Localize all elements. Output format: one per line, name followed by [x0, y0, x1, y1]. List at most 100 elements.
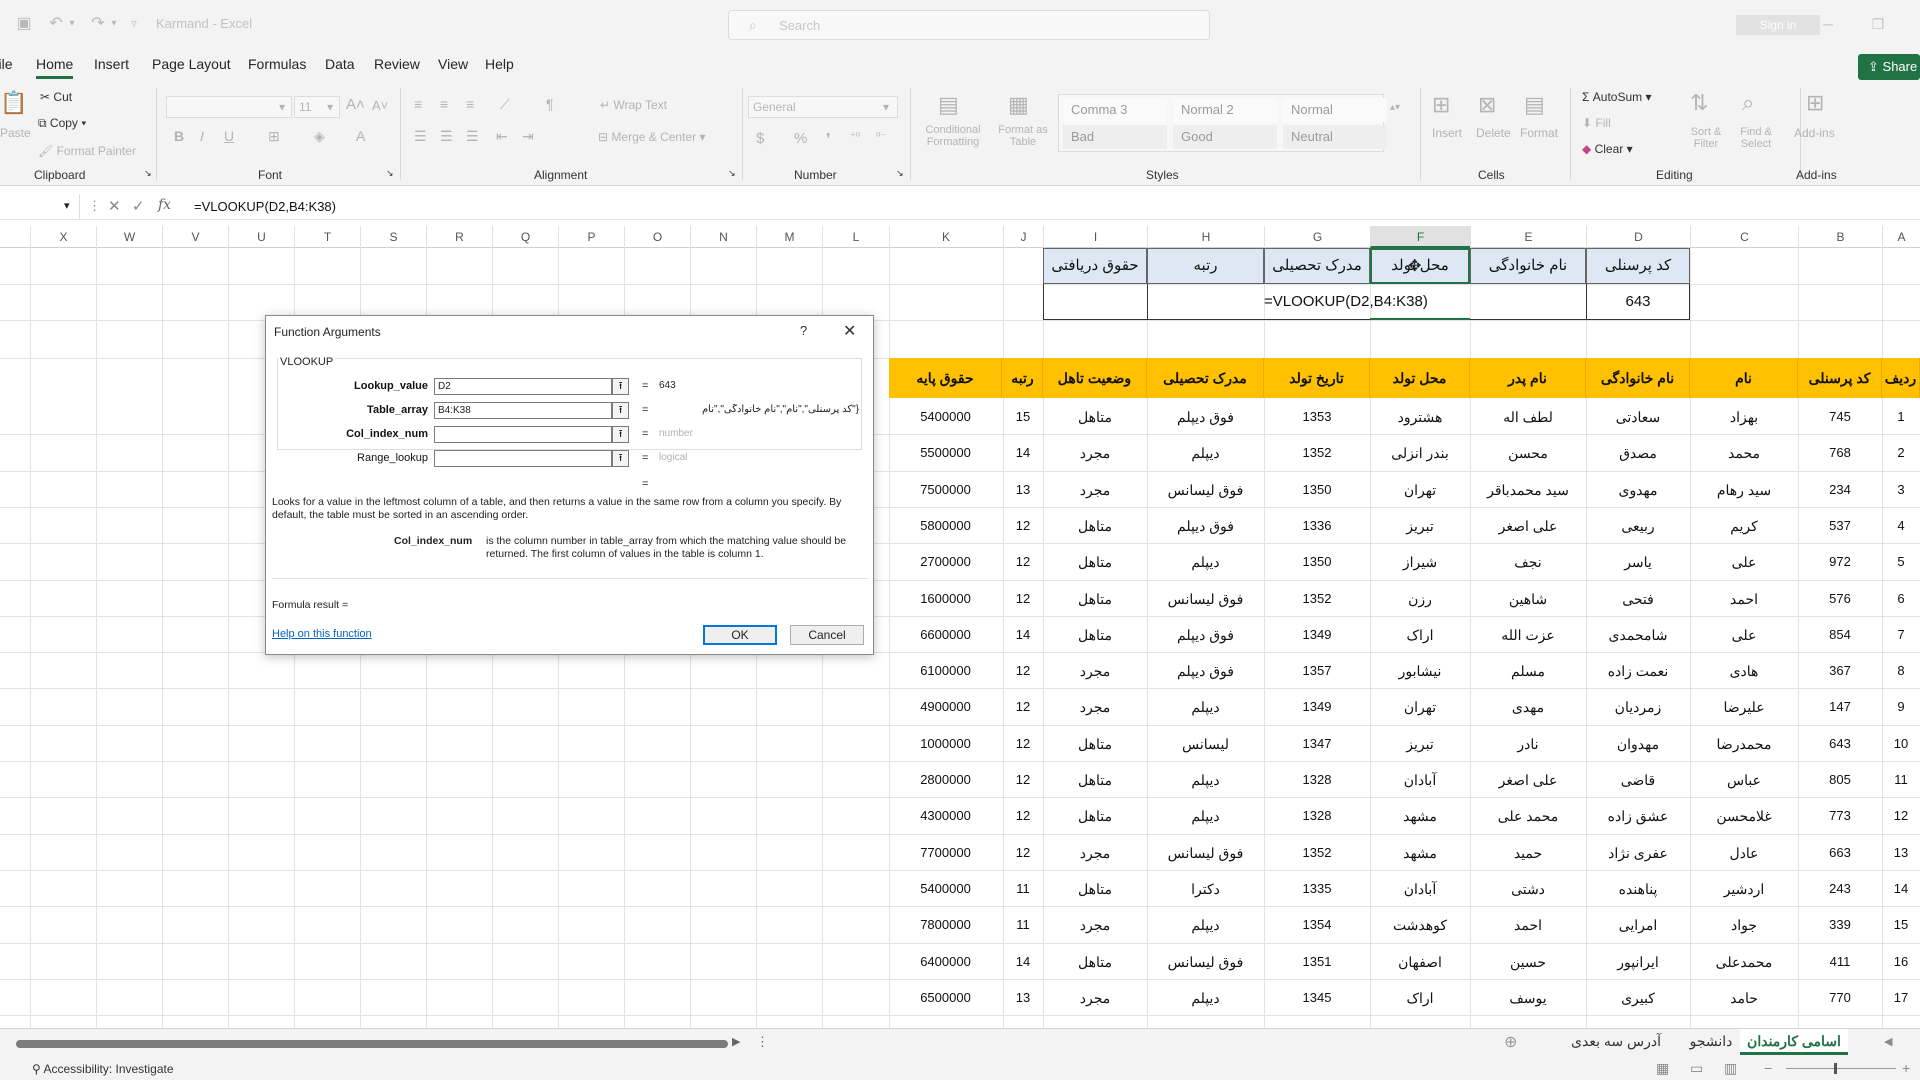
font-name-box[interactable]: ▾ — [166, 96, 292, 118]
table-cell[interactable]: مجرد — [1043, 699, 1147, 716]
align-top-icon[interactable]: ≡ — [414, 96, 422, 112]
column-header-s[interactable]: S — [360, 226, 426, 248]
fill-button[interactable]: ⬇ Fill — [1582, 116, 1611, 130]
tab-view[interactable]: View — [438, 56, 468, 72]
table-cell[interactable]: عزت الله — [1470, 627, 1586, 644]
table-cell[interactable]: 576 — [1798, 591, 1882, 606]
lookup-header-cell[interactable]: حقوق دریافتی — [1043, 248, 1147, 284]
number-format-box[interactable]: General ▾ — [748, 96, 898, 118]
cancel-button[interactable]: Cancel — [790, 625, 864, 645]
table-cell[interactable]: احمد — [1470, 917, 1586, 934]
gallery-scroll-icon[interactable]: ▴▾ — [1390, 102, 1400, 113]
column-header-w[interactable]: W — [96, 226, 162, 248]
table-cell[interactable]: فوق دیپلم — [1147, 518, 1264, 535]
table-cell[interactable]: 7700000 — [889, 845, 1002, 860]
column-header-i[interactable]: I — [1043, 226, 1147, 248]
table-cell[interactable]: 643 — [1798, 736, 1882, 751]
column-header-d[interactable]: D — [1586, 226, 1690, 248]
bold-icon[interactable]: B — [174, 128, 184, 144]
table-cell[interactable]: عادل — [1690, 845, 1798, 862]
tab-insert[interactable]: Insert — [94, 56, 129, 72]
table-cell[interactable]: متاهل — [1043, 772, 1147, 789]
table-array-input[interactable]: B4:K38 — [434, 402, 612, 419]
table-cell[interactable]: 1349 — [1264, 699, 1370, 714]
table-cell[interactable]: دکترا — [1147, 881, 1264, 898]
range-lookup-input[interactable] — [434, 450, 612, 467]
table-cell[interactable]: سید رهام — [1690, 482, 1798, 499]
table-cell[interactable]: کوهدشت — [1370, 917, 1470, 934]
table-cell[interactable]: 13 — [1003, 482, 1043, 497]
table-cell[interactable]: 1328 — [1264, 772, 1370, 787]
help-on-function-link[interactable]: Help on this function — [272, 628, 372, 640]
zoom-out-icon[interactable]: − — [1764, 1060, 1772, 1076]
currency-icon[interactable]: $ — [756, 130, 764, 147]
table-cell[interactable]: شیراز — [1370, 554, 1470, 571]
table-cell[interactable]: دیپلم — [1147, 917, 1264, 934]
table-cell[interactable]: 11 — [1003, 917, 1043, 932]
table-cell[interactable]: 339 — [1798, 917, 1882, 932]
formula-input[interactable]: =VLOOKUP(D2,B4:K38) — [194, 199, 336, 214]
table-cell[interactable]: علی اصغر — [1470, 518, 1586, 535]
column-header-n[interactable]: N — [690, 226, 756, 248]
column-header-f[interactable]: F — [1370, 226, 1470, 248]
table-cell[interactable]: 5500000 — [889, 445, 1002, 460]
table-cell[interactable]: 770 — [1798, 990, 1882, 1005]
zoom-slider[interactable] — [1786, 1068, 1896, 1069]
table-cell[interactable]: فوق لیسانس — [1147, 591, 1264, 608]
table-cell[interactable]: 234 — [1798, 482, 1882, 497]
table-cell[interactable]: نادر — [1470, 736, 1586, 753]
collapse-icon[interactable]: ⭱ — [612, 402, 629, 419]
table-cell[interactable]: احمد — [1690, 591, 1798, 608]
column-header-p[interactable]: P — [558, 226, 624, 248]
collapse-icon[interactable]: ⭱ — [612, 450, 629, 467]
conditional-formatting-icon[interactable]: ▤ — [938, 92, 959, 118]
table-cell[interactable]: 1352 — [1264, 591, 1370, 606]
column-header-t[interactable]: T — [294, 226, 360, 248]
comma-style-icon[interactable]: ❜ — [826, 130, 831, 148]
table-cell[interactable]: مجرد — [1043, 663, 1147, 680]
decrease-font-icon[interactable]: A˅ — [372, 98, 388, 113]
table-cell[interactable]: محمدرضا — [1690, 736, 1798, 753]
table-cell[interactable]: نیشابور — [1370, 663, 1470, 680]
table-cell[interactable]: 147 — [1798, 699, 1882, 714]
table-cell[interactable]: 854 — [1798, 627, 1882, 642]
table-cell[interactable]: شامحمدی — [1586, 627, 1690, 644]
close-icon[interactable]: ✕ — [843, 321, 856, 341]
table-cell[interactable]: متاهل — [1043, 808, 1147, 825]
lookup-value-input[interactable]: D2 — [434, 378, 612, 395]
table-cell[interactable]: 11 — [1882, 772, 1920, 787]
zoom-in-icon[interactable]: + — [1902, 1060, 1910, 1076]
table-cell[interactable]: 2 — [1882, 445, 1920, 460]
page-layout-view-icon[interactable]: ▭ — [1690, 1060, 1703, 1077]
align-middle-icon[interactable]: ≡ — [440, 96, 448, 112]
table-cell[interactable]: بندر انزلی — [1370, 445, 1470, 462]
addins-button[interactable]: Add-ins — [1794, 126, 1835, 140]
tab-help[interactable]: Help — [485, 56, 514, 72]
table-cell[interactable]: 7500000 — [889, 482, 1002, 497]
formula-cell[interactable]: =VLOOKUP(D2,B4:K38) — [1264, 293, 1444, 310]
table-cell[interactable]: نعمت زاده — [1586, 663, 1690, 680]
table-cell[interactable]: قاضی — [1586, 772, 1690, 789]
minimize-icon[interactable]: ─ — [1818, 14, 1838, 34]
table-cell[interactable]: مشهد — [1370, 845, 1470, 862]
table-cell[interactable]: مجرد — [1043, 845, 1147, 862]
lookup-header-cell[interactable]: نام خانوادگی — [1470, 248, 1586, 284]
sort-filter-button[interactable]: Sort & Filter — [1682, 126, 1730, 150]
table-cell[interactable]: کریم — [1690, 518, 1798, 535]
table-cell[interactable]: 1335 — [1264, 881, 1370, 896]
table-cell[interactable]: 12 — [1003, 736, 1043, 751]
table-cell[interactable]: عباس — [1690, 772, 1798, 789]
insert-function-icon[interactable]: fx — [158, 197, 171, 213]
format-cells-icon[interactable]: ▤ — [1524, 92, 1545, 118]
column-header-v[interactable]: V — [162, 226, 228, 248]
table-cell[interactable]: فوق دیپلم — [1147, 409, 1264, 426]
column-header-r[interactable]: R — [426, 226, 492, 248]
sheet-tab-students[interactable]: دانشجو — [1676, 1029, 1746, 1055]
table-cell[interactable]: 2700000 — [889, 554, 1002, 569]
table-cell[interactable]: اردشیر — [1690, 881, 1798, 898]
tab-data[interactable]: Data — [325, 56, 355, 72]
redo-dropdown-icon[interactable]: ▾ — [104, 14, 124, 34]
table-cell[interactable]: 15 — [1003, 409, 1043, 424]
table-cell[interactable]: مجرد — [1043, 990, 1147, 1007]
lookup-header-cell[interactable]: مدرک تحصیلی — [1264, 248, 1370, 284]
